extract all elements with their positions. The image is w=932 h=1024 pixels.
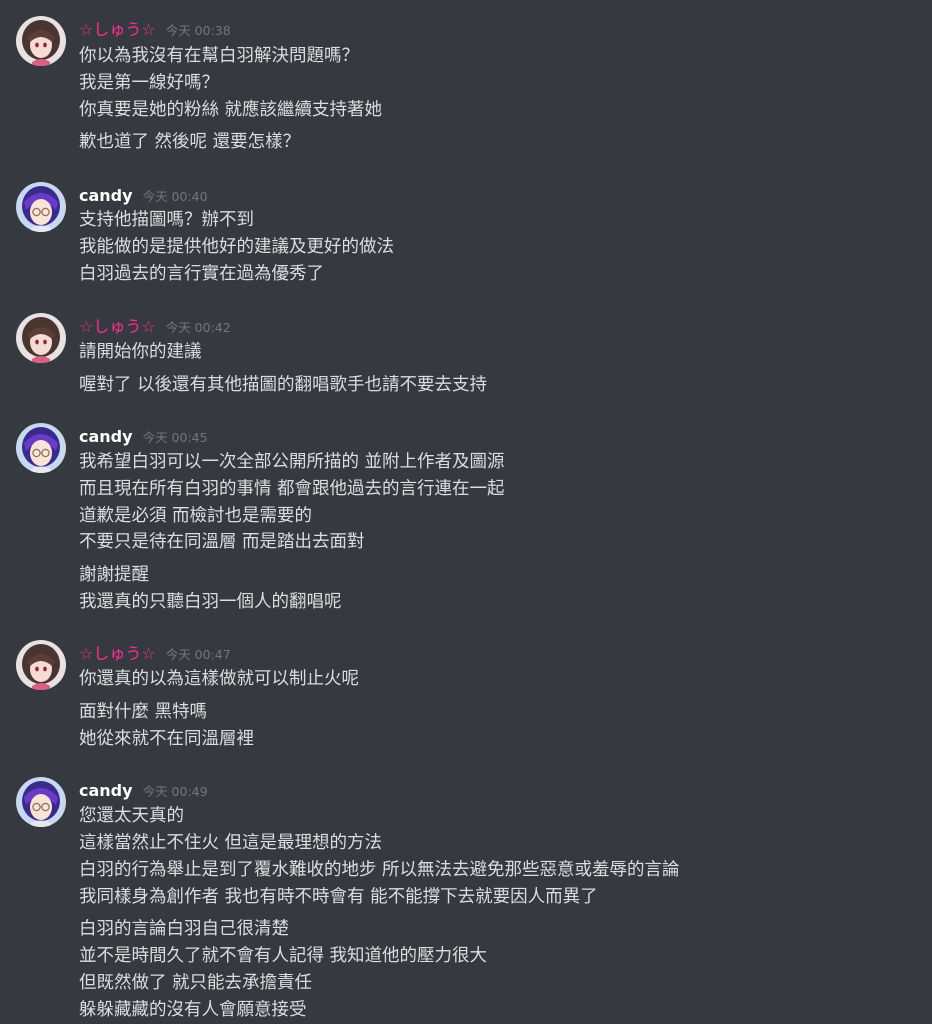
message-text: 我是第一線好嗎？ [79, 73, 219, 93]
message-text: 而且現在所有白羽的事情 都會跟他過去的言行連在一起 [79, 479, 505, 499]
avatar[interactable] [16, 16, 66, 66]
message-text: 面對什麼 黑特嗎 [79, 702, 208, 722]
anime-girl-brown-hair-avatar-icon [16, 16, 66, 66]
username[interactable]: candy [79, 427, 133, 446]
message-text: 並不是時間久了就不會有人記得 我知道他的壓力很大 [79, 946, 488, 966]
username[interactable]: candy [79, 186, 133, 205]
message-text: 歉也道了 然後呢 還要怎樣？ [79, 132, 301, 152]
message-text: 你真要是她的粉絲 就應該繼續支持著她 [79, 100, 383, 120]
message-text: 但既然做了 就只能去承擔責任 [79, 973, 313, 993]
message-header: candy 今天 00:45 [79, 426, 208, 449]
message-header: ☆しゅう☆ 今天 00:47 [79, 643, 231, 666]
timestamp: 今天 00:42 [165, 320, 231, 335]
avatar[interactable] [16, 182, 66, 232]
message-text: 白羽的言論白羽自己很清楚 [79, 919, 289, 939]
message-text: 支持他描圖嗎？辦不到 [79, 210, 254, 230]
message-text: 你以為我沒有在幫白羽解決問題嗎？ [79, 46, 359, 66]
message-text: 我希望白羽可以一次全部公開所描的 並附上作者及圖源 [79, 452, 505, 472]
message-text: 這樣當然止不住火 但這是最理想的方法 [79, 833, 383, 853]
timestamp: 今天 00:38 [165, 23, 231, 38]
message-text: 我還真的只聽白羽一個人的翻唱呢 [79, 592, 342, 612]
avatar[interactable] [16, 777, 66, 827]
message-header: ☆しゅう☆ 今天 00:38 [79, 19, 231, 42]
chat-message-list: ☆しゅう☆ 今天 00:38 你以為我沒有在幫白羽解決問題嗎？ 我是第一線好嗎？ … [0, 0, 932, 1024]
message-text: 請開始你的建議 [79, 342, 202, 362]
message-text: 白羽的行為舉止是到了覆水難收的地步 所以無法去避免那些惡意或羞辱的言論 [79, 860, 680, 880]
anime-girl-brown-hair-avatar-icon [16, 640, 66, 690]
message-text: 您還太天真的 [79, 806, 184, 826]
timestamp: 今天 00:47 [165, 647, 231, 662]
message-text: 白羽過去的言行實在過為優秀了 [79, 264, 324, 284]
timestamp: 今天 00:40 [142, 189, 208, 204]
username[interactable]: ☆しゅう☆ [79, 317, 156, 336]
anime-girl-purple-hair-glasses-avatar-icon [16, 182, 66, 232]
message-text: 躲躲藏藏的沒有人會願意接受 [79, 1000, 307, 1020]
avatar[interactable] [16, 313, 66, 363]
message-text: 我同樣身為創作者 我也有時不時會有 能不能撐下去就要因人而異了 [79, 887, 598, 907]
message-text: 喔對了 以後還有其他描圖的翻唱歌手也請不要去支持 [79, 375, 488, 395]
avatar[interactable] [16, 640, 66, 690]
anime-girl-brown-hair-avatar-icon [16, 313, 66, 363]
timestamp: 今天 00:45 [142, 430, 208, 445]
username[interactable]: ☆しゅう☆ [79, 644, 156, 663]
message-text: 她從來就不在同溫層裡 [79, 729, 254, 749]
message-header: ☆しゅう☆ 今天 00:42 [79, 316, 231, 339]
username[interactable]: candy [79, 781, 133, 800]
message-text: 你還真的以為這樣做就可以制止火呢 [79, 669, 359, 689]
message-text: 謝謝提醒 [79, 565, 149, 585]
timestamp: 今天 00:49 [142, 784, 208, 799]
message-header: candy 今天 00:40 [79, 185, 208, 208]
anime-girl-purple-hair-glasses-avatar-icon [16, 423, 66, 473]
message-text: 不要只是待在同溫層 而是踏出去面對 [79, 532, 365, 552]
username[interactable]: ☆しゅう☆ [79, 20, 156, 39]
message-header: candy 今天 00:49 [79, 780, 208, 803]
avatar[interactable] [16, 423, 66, 473]
message-text: 道歉是必須 而檢討也是需要的 [79, 506, 313, 526]
anime-girl-purple-hair-glasses-avatar-icon [16, 777, 66, 827]
message-text: 我能做的是提供他好的建議及更好的做法 [79, 237, 394, 257]
